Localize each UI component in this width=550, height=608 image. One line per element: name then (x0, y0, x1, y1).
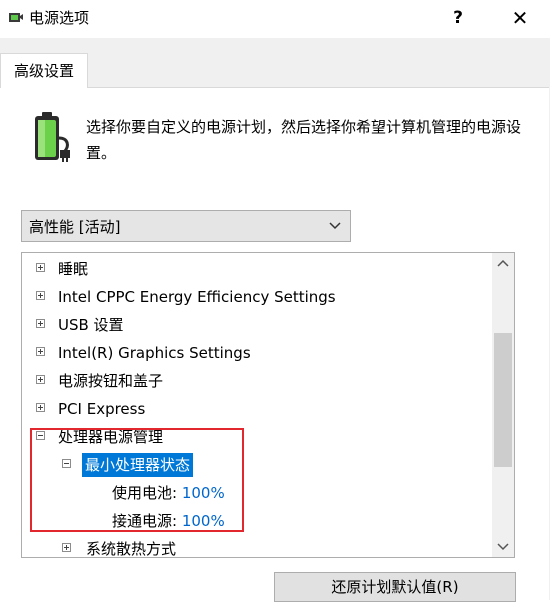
scroll-down-icon[interactable] (492, 535, 514, 557)
tab-advanced-settings[interactable]: 高级设置 (0, 53, 88, 88)
expand-plus-icon[interactable] (36, 347, 45, 356)
description-text: 选择你要自定义的电源计划，然后选择你希望计算机管理的电源设置。 (86, 118, 522, 162)
restore-defaults-button[interactable]: 还原计划默认值(R) (274, 572, 516, 602)
power-plan-select[interactable]: 高性能 [活动] (21, 210, 351, 242)
tree-item-label: Intel(R) Graphics Settings (58, 344, 251, 362)
close-button[interactable]: ✕ (506, 5, 534, 31)
highlight-annotation (30, 428, 244, 532)
title-bar: 电源选项 ? ✕ (0, 0, 550, 38)
power-options-icon (9, 13, 23, 22)
chevron-down-icon (329, 222, 341, 230)
expand-plus-icon[interactable] (36, 291, 45, 300)
select-value: 高性能 [活动] (29, 218, 121, 236)
expand-plus-icon[interactable] (36, 375, 45, 384)
expand-plus-icon[interactable] (62, 543, 71, 552)
tree-item-label: Intel CPPC Energy Efficiency Settings (58, 288, 336, 306)
tree-item-label: 睡眠 (58, 260, 89, 278)
tree-item-label: 系统散热方式 (86, 540, 177, 558)
help-button[interactable]: ? (446, 5, 470, 31)
vertical-scrollbar[interactable] (492, 253, 514, 557)
expand-plus-icon[interactable] (36, 319, 45, 328)
scroll-up-icon[interactable] (492, 253, 514, 275)
tree-item-label: USB 设置 (58, 316, 124, 334)
tree-item-label: 电源按钮和盖子 (58, 372, 164, 390)
expand-plus-icon[interactable] (36, 403, 45, 412)
expand-plus-icon[interactable] (36, 263, 45, 272)
battery-plug-icon (35, 112, 70, 162)
tree-item-label: PCI Express (58, 400, 146, 418)
window-title: 电源选项 (29, 9, 90, 27)
scroll-thumb[interactable] (494, 333, 512, 467)
